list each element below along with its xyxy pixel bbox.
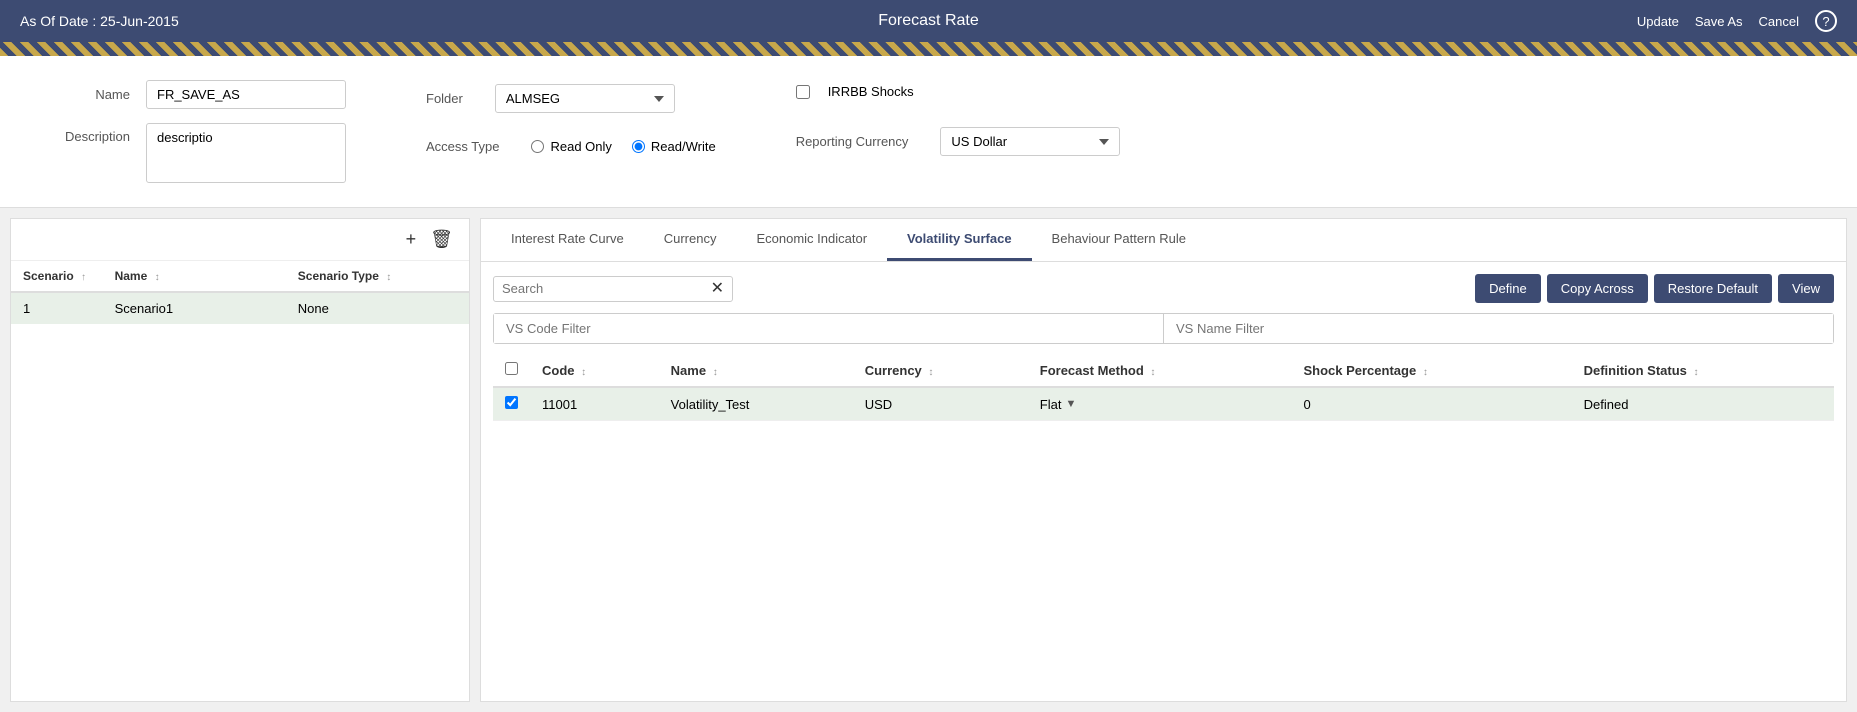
search-clear-icon[interactable]: ✕ bbox=[711, 281, 724, 297]
tab-bar: Interest Rate Curve Currency Economic In… bbox=[481, 219, 1846, 262]
row-forecast-method: Flat ▼ bbox=[1028, 387, 1292, 421]
sort-currency-icon[interactable]: ↕ bbox=[928, 367, 933, 378]
tab-currency[interactable]: Currency bbox=[644, 219, 737, 261]
delete-scenario-button[interactable]: 🗑 bbox=[426, 227, 457, 252]
view-button[interactable]: View bbox=[1778, 274, 1834, 303]
action-buttons: Define Copy Across Restore Default View bbox=[1475, 274, 1834, 303]
search-row: ✕ Define Copy Across Restore Default Vie… bbox=[493, 274, 1834, 303]
scenario-type: None bbox=[286, 292, 469, 324]
read-write-label: Read/Write bbox=[651, 139, 716, 154]
folder-select[interactable]: ALMSEG OTHER bbox=[495, 84, 675, 113]
col-name: Name ↕ bbox=[659, 354, 853, 387]
row-currency: USD bbox=[853, 387, 1028, 421]
vs-code-filter[interactable] bbox=[494, 314, 1163, 343]
data-table: Code ↕ Name ↕ Currency ↕ Forecast Meth bbox=[493, 354, 1834, 421]
decorative-banner bbox=[0, 42, 1857, 56]
col-type: Scenario Type ↕ bbox=[286, 261, 469, 292]
define-button[interactable]: Define bbox=[1475, 274, 1541, 303]
scenario-number: 1 bbox=[11, 292, 103, 324]
header-title: Forecast Rate bbox=[878, 12, 978, 30]
read-write-radio[interactable] bbox=[632, 140, 645, 153]
col-code: Code ↕ bbox=[530, 354, 659, 387]
cancel-button[interactable]: Cancel bbox=[1759, 14, 1799, 29]
access-type-label: Access Type bbox=[426, 139, 499, 154]
name-label: Name bbox=[40, 87, 130, 102]
filter-row bbox=[493, 313, 1834, 344]
row-name: Volatility_Test bbox=[659, 387, 853, 421]
read-only-radio[interactable] bbox=[531, 140, 544, 153]
row-code: 11001 bbox=[530, 387, 659, 421]
save-as-button[interactable]: Save As bbox=[1695, 14, 1743, 29]
irrbb-label: IRRBB Shocks bbox=[828, 84, 914, 99]
col-definition-status: Definition Status ↕ bbox=[1572, 354, 1834, 387]
table-row[interactable]: 11001 Volatility_Test USD Flat ▼ 0 Defin… bbox=[493, 387, 1834, 421]
restore-default-button[interactable]: Restore Default bbox=[1654, 274, 1772, 303]
main-content: + 🗑 Scenario ↑ Name ↕ Scenario Type ↕ bbox=[0, 208, 1857, 712]
sort-name-icon[interactable]: ↕ bbox=[155, 272, 160, 283]
help-button[interactable]: ? bbox=[1815, 10, 1837, 32]
tab-interest-rate-curve[interactable]: Interest Rate Curve bbox=[491, 219, 644, 261]
row-checkbox-cell bbox=[493, 387, 530, 421]
vs-name-filter[interactable] bbox=[1164, 314, 1833, 343]
access-type-group: Read Only Read/Write bbox=[531, 139, 715, 154]
header: As Of Date : 25-Jun-2015 Forecast Rate U… bbox=[0, 0, 1857, 42]
select-all-checkbox[interactable] bbox=[505, 362, 518, 375]
col-shock-percentage: Shock Percentage ↕ bbox=[1291, 354, 1571, 387]
header-date: As Of Date : 25-Jun-2015 bbox=[20, 13, 179, 29]
add-scenario-button[interactable]: + bbox=[402, 227, 421, 252]
read-only-option[interactable]: Read Only bbox=[531, 139, 611, 154]
col-scenario: Scenario ↑ bbox=[11, 261, 103, 292]
col-currency: Currency ↕ bbox=[853, 354, 1028, 387]
read-only-label: Read Only bbox=[550, 139, 611, 154]
sort-type-icon[interactable]: ↕ bbox=[386, 272, 391, 283]
reporting-currency-label: Reporting Currency bbox=[796, 134, 909, 149]
row-shock-percentage: 0 bbox=[1291, 387, 1571, 421]
tab-economic-indicator[interactable]: Economic Indicator bbox=[736, 219, 887, 261]
col-select-all bbox=[493, 354, 530, 387]
sort-scenario-icon[interactable]: ↑ bbox=[81, 272, 86, 283]
forecast-method-dropdown[interactable]: ▼ bbox=[1065, 398, 1076, 410]
read-write-option[interactable]: Read/Write bbox=[632, 139, 716, 154]
tab-volatility-surface[interactable]: Volatility Surface bbox=[887, 219, 1032, 261]
tab-content: ✕ Define Copy Across Restore Default Vie… bbox=[481, 262, 1846, 701]
header-actions: Update Save As Cancel ? bbox=[1637, 10, 1837, 32]
scenario-table: Scenario ↑ Name ↕ Scenario Type ↕ 1 bbox=[11, 261, 469, 324]
sort-forecast-icon[interactable]: ↕ bbox=[1150, 367, 1155, 378]
update-button[interactable]: Update bbox=[1637, 14, 1679, 29]
left-panel: + 🗑 Scenario ↑ Name ↕ Scenario Type ↕ bbox=[10, 218, 470, 702]
col-name: Name ↕ bbox=[103, 261, 286, 292]
sort-code-icon[interactable]: ↕ bbox=[581, 367, 586, 378]
sort-shock-icon[interactable]: ↕ bbox=[1423, 367, 1428, 378]
sort-name-icon[interactable]: ↕ bbox=[713, 367, 718, 378]
col-forecast-method: Forecast Method ↕ bbox=[1028, 354, 1292, 387]
row-definition-status: Defined bbox=[1572, 387, 1834, 421]
right-panel: Interest Rate Curve Currency Economic In… bbox=[480, 218, 1847, 702]
description-input[interactable] bbox=[146, 123, 346, 183]
search-input[interactable] bbox=[502, 281, 711, 296]
form-section: Name Description Folder ALMSEG OTHER Acc… bbox=[0, 56, 1857, 208]
left-panel-toolbar: + 🗑 bbox=[11, 219, 469, 261]
irrbb-checkbox[interactable] bbox=[796, 85, 810, 99]
tab-behaviour-pattern-rule[interactable]: Behaviour Pattern Rule bbox=[1032, 219, 1206, 261]
search-box: ✕ bbox=[493, 276, 733, 302]
folder-label: Folder bbox=[426, 91, 463, 106]
table-row[interactable]: 1 Scenario1 None bbox=[11, 292, 469, 324]
copy-across-button[interactable]: Copy Across bbox=[1547, 274, 1648, 303]
name-input[interactable] bbox=[146, 80, 346, 109]
row-checkbox[interactable] bbox=[505, 396, 518, 409]
scenario-name: Scenario1 bbox=[103, 292, 286, 324]
reporting-currency-select[interactable]: US Dollar Euro GBP bbox=[940, 127, 1120, 156]
sort-status-icon[interactable]: ↕ bbox=[1694, 367, 1699, 378]
description-label: Description bbox=[40, 129, 130, 144]
